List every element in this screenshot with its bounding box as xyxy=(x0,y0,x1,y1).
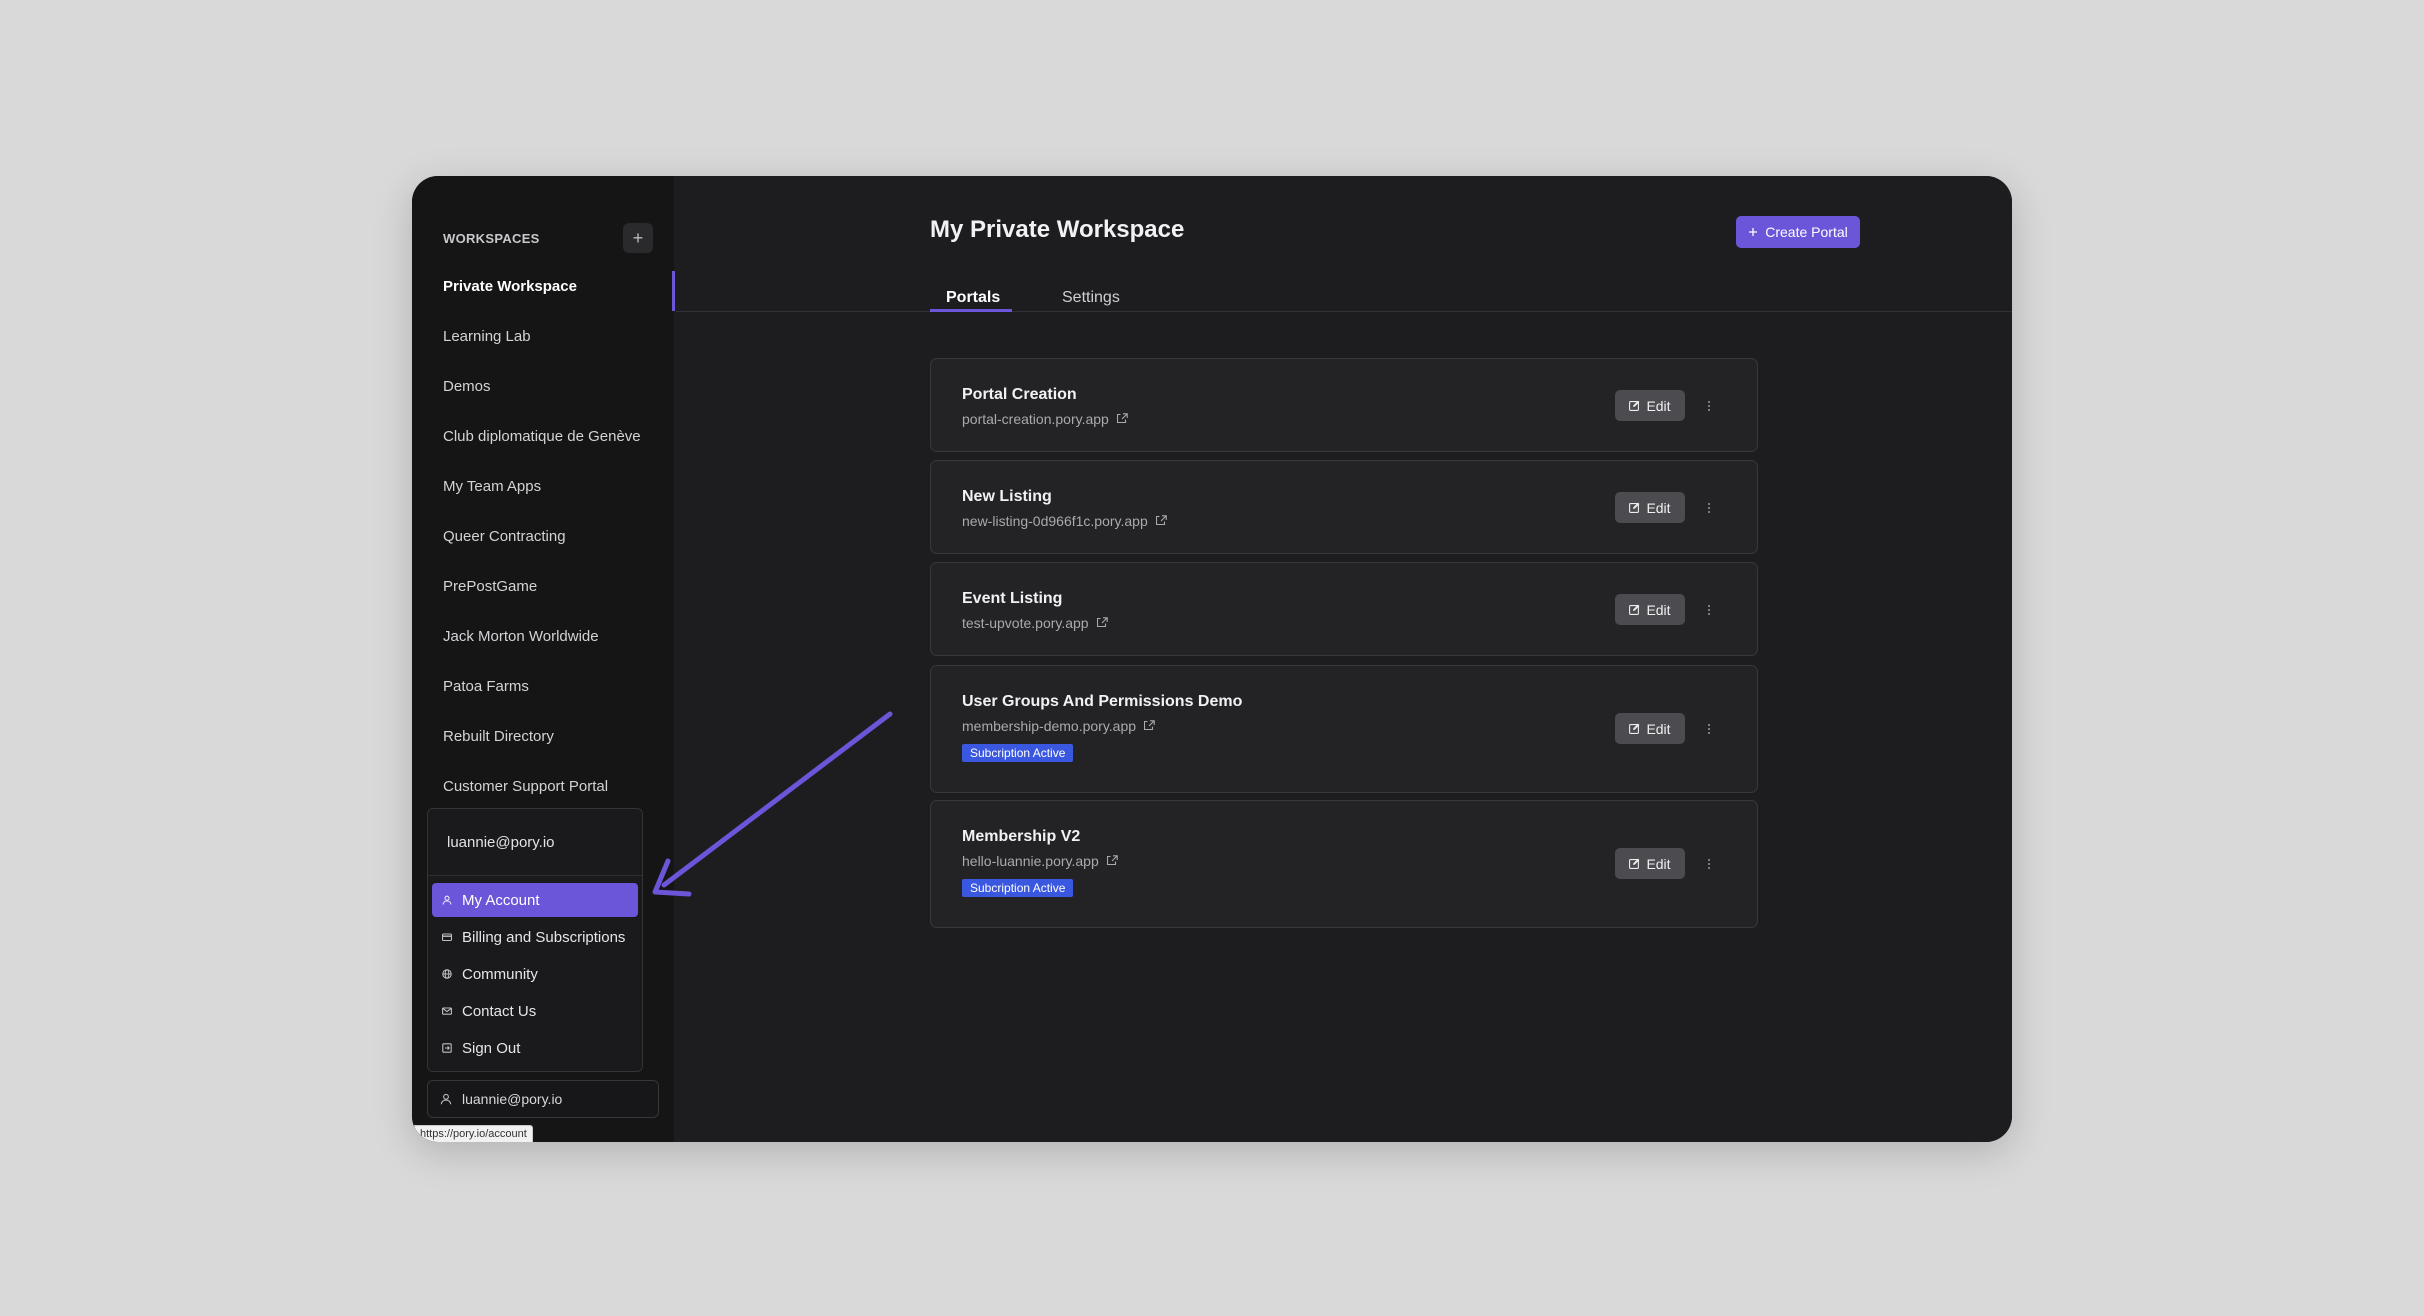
mail-icon xyxy=(442,1006,462,1016)
workspaces-label: WORKSPACES xyxy=(443,230,540,246)
edit-icon xyxy=(1629,856,1640,872)
user-icon xyxy=(442,895,462,905)
portal-url: new-listing-0d966f1c.pory.app xyxy=(962,513,1148,529)
portal-card: Event Listing test-upvote.pory.app Edit xyxy=(930,562,1758,656)
menu-items: My Account Billing and Subscriptions Com… xyxy=(428,876,642,1065)
page-title: My Private Workspace xyxy=(930,216,1185,243)
edit-icon xyxy=(1629,398,1640,414)
workspace-item-patoa-farms[interactable]: Patoa Farms xyxy=(443,661,663,711)
workspace-item-my-team-apps[interactable]: My Team Apps xyxy=(443,461,663,511)
tab-portals[interactable]: Portals xyxy=(946,289,1000,307)
edit-icon xyxy=(1629,721,1640,737)
menu-email: luannie@pory.io xyxy=(428,809,642,876)
portal-url-link[interactable]: membership-demo.pory.app xyxy=(962,718,1155,734)
menu-item-label: Community xyxy=(462,965,538,983)
more-options-icon[interactable] xyxy=(1701,390,1717,421)
subscription-status-badge: Subcription Active xyxy=(962,879,1074,897)
edit-label: Edit xyxy=(1646,601,1671,618)
menu-item-community[interactable]: Community xyxy=(432,957,638,991)
portal-name: User Groups And Permissions Demo xyxy=(962,693,1243,710)
globe-icon xyxy=(442,969,462,979)
tabs-divider xyxy=(676,311,2012,312)
user-account-button[interactable]: luannie@pory.io xyxy=(427,1080,659,1118)
external-link-icon xyxy=(1155,513,1167,529)
workspace-item-customer-support-portal[interactable]: Customer Support Portal xyxy=(443,761,663,811)
edit-label: Edit xyxy=(1646,397,1671,414)
menu-item-sign-out[interactable]: Sign Out xyxy=(432,1031,638,1065)
edit-icon xyxy=(1629,602,1640,618)
edit-button[interactable]: Edit xyxy=(1615,713,1685,744)
menu-item-label: Sign Out xyxy=(462,1039,521,1057)
user-icon xyxy=(440,1093,462,1105)
edit-label: Edit xyxy=(1646,499,1671,516)
edit-button[interactable]: Edit xyxy=(1615,492,1685,523)
portal-url-link[interactable]: test-upvote.pory.app xyxy=(962,615,1108,631)
user-email: luannie@pory.io xyxy=(462,1091,563,1107)
active-workspace-indicator xyxy=(672,271,675,311)
workspace-item-prepostgame[interactable]: PrePostGame xyxy=(443,561,663,611)
tab-settings[interactable]: Settings xyxy=(1062,289,1120,307)
more-options-icon[interactable] xyxy=(1701,713,1717,744)
portal-url: test-upvote.pory.app xyxy=(962,615,1089,631)
portal-card: Membership V2 hello-luannie.pory.app Sub… xyxy=(930,800,1758,928)
menu-item-label: Billing and Subscriptions xyxy=(462,928,626,946)
portal-name: Portal Creation xyxy=(962,386,1077,403)
subscription-status-badge: Subcription Active xyxy=(962,744,1074,762)
account-menu: luannie@pory.io My Account Billing and S… xyxy=(427,808,643,1072)
sidebar: WORKSPACES + Private Workspace Learning … xyxy=(412,176,674,1142)
portal-name: New Listing xyxy=(962,488,1052,505)
edit-button[interactable]: Edit xyxy=(1615,390,1685,421)
edit-label: Edit xyxy=(1646,720,1671,737)
create-portal-button[interactable]: Create Portal xyxy=(1736,216,1860,248)
portal-url: portal-creation.pory.app xyxy=(962,411,1109,427)
status-bar-url: https://pory.io/account xyxy=(414,1125,533,1142)
workspaces-header: WORKSPACES + xyxy=(443,223,653,253)
portal-name: Event Listing xyxy=(962,590,1063,607)
menu-item-contact-us[interactable]: Contact Us xyxy=(432,994,638,1028)
portal-card: New Listing new-listing-0d966f1c.pory.ap… xyxy=(930,460,1758,554)
edit-button[interactable]: Edit xyxy=(1615,594,1685,625)
portal-card: User Groups And Permissions Demo members… xyxy=(930,665,1758,793)
portal-card: Portal Creation portal-creation.pory.app… xyxy=(930,358,1758,452)
workspace-item-private-workspace[interactable]: Private Workspace xyxy=(443,261,663,311)
edit-icon xyxy=(1629,500,1640,516)
external-link-icon xyxy=(1116,411,1128,427)
external-link-icon xyxy=(1143,718,1155,734)
external-link-icon xyxy=(1096,615,1108,631)
card-icon xyxy=(442,932,462,942)
logout-icon xyxy=(442,1043,462,1053)
workspace-item-club-diplomatique[interactable]: Club diplomatique de Genève xyxy=(443,411,663,461)
add-workspace-button[interactable]: + xyxy=(623,223,653,253)
workspace-item-queer-contracting[interactable]: Queer Contracting xyxy=(443,511,663,561)
menu-item-label: Contact Us xyxy=(462,1002,537,1020)
portal-url: hello-luannie.pory.app xyxy=(962,853,1099,869)
more-options-icon[interactable] xyxy=(1701,492,1717,523)
portal-url-link[interactable]: hello-luannie.pory.app xyxy=(962,853,1118,869)
edit-label: Edit xyxy=(1646,855,1671,872)
plus-icon xyxy=(1748,224,1758,240)
menu-item-billing[interactable]: Billing and Subscriptions xyxy=(432,920,638,954)
create-portal-label: Create Portal xyxy=(1765,224,1848,240)
portal-name: Membership V2 xyxy=(962,828,1081,845)
external-link-icon xyxy=(1106,853,1118,869)
workspace-item-jack-morton[interactable]: Jack Morton Worldwide xyxy=(443,611,663,661)
portal-url-link[interactable]: new-listing-0d966f1c.pory.app xyxy=(962,513,1167,529)
workspace-list: Private Workspace Learning Lab Demos Clu… xyxy=(443,261,663,811)
app-window: WORKSPACES + Private Workspace Learning … xyxy=(412,176,2012,1142)
workspace-item-demos[interactable]: Demos xyxy=(443,361,663,411)
portal-url-link[interactable]: portal-creation.pory.app xyxy=(962,411,1128,427)
portal-url: membership-demo.pory.app xyxy=(962,718,1137,734)
main-content: My Private Workspace Create Portal Porta… xyxy=(676,176,2012,1142)
workspace-item-rebuilt-directory[interactable]: Rebuilt Directory xyxy=(443,711,663,761)
more-options-icon[interactable] xyxy=(1701,594,1717,625)
menu-item-my-account[interactable]: My Account xyxy=(432,883,638,917)
edit-button[interactable]: Edit xyxy=(1615,848,1685,879)
menu-item-label: My Account xyxy=(462,891,540,909)
active-tab-underline xyxy=(930,309,1012,312)
workspace-item-learning-lab[interactable]: Learning Lab xyxy=(443,311,663,361)
more-options-icon[interactable] xyxy=(1701,848,1717,879)
